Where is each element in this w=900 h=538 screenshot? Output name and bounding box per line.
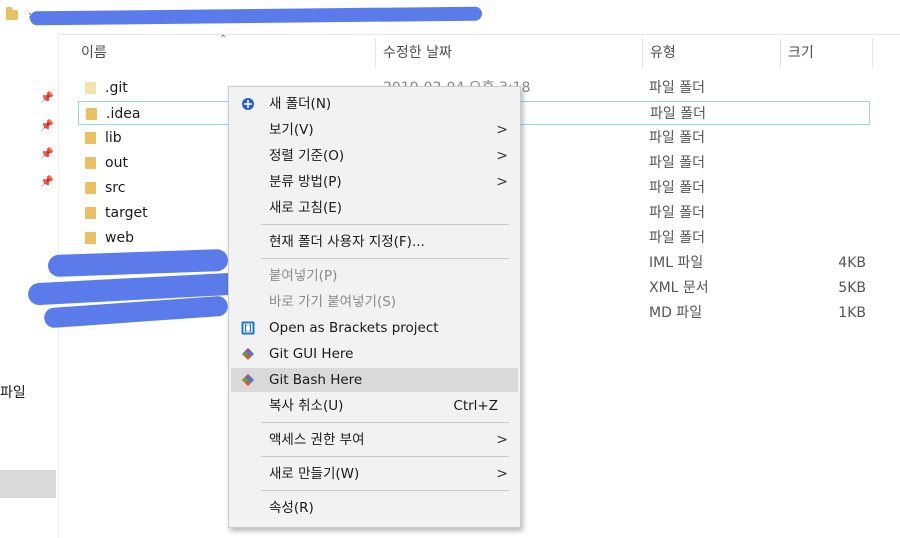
column-divider[interactable] bbox=[375, 38, 376, 68]
menu-item-group-by[interactable]: 분류 방법(P) > bbox=[231, 170, 518, 194]
folder-icon bbox=[85, 207, 96, 219]
menu-item-label: 분류 방법(P) bbox=[269, 174, 342, 190]
menu-item-open-brackets[interactable]: Open as Brackets project bbox=[231, 316, 518, 340]
column-header-date[interactable]: 수정한 날짜 bbox=[383, 38, 452, 68]
menu-item-label: Open as Brackets project bbox=[269, 320, 439, 336]
brackets-icon bbox=[241, 321, 255, 335]
menu-item-undo-copy[interactable]: 복사 취소(U) Ctrl+Z bbox=[231, 394, 518, 418]
pin-icon[interactable]: 📌 bbox=[40, 120, 54, 132]
menu-item-label: Git Bash Here bbox=[269, 372, 363, 388]
file-name: web bbox=[105, 230, 134, 246]
address-bar[interactable]: › bbox=[0, 0, 900, 35]
menu-separator bbox=[261, 490, 509, 491]
menu-item-label: 속성(R) bbox=[269, 500, 314, 516]
menu-item-label: 복사 취소(U) bbox=[269, 398, 344, 414]
file-name: out bbox=[105, 155, 128, 171]
pin-icon[interactable]: 📌 bbox=[40, 148, 54, 160]
file-size: 4KB bbox=[838, 255, 866, 271]
menu-item-new-folder[interactable]: 새 폴더(N) bbox=[231, 92, 518, 116]
file-type: 파일 폴더 bbox=[649, 205, 705, 221]
menu-item-sort-by[interactable]: 정렬 기준(O) > bbox=[231, 144, 518, 168]
menu-item-customize-folder[interactable]: 현재 폴더 사용자 지정(F)... bbox=[231, 230, 518, 254]
git-bash-icon bbox=[242, 374, 254, 386]
file-type: IML 파일 bbox=[649, 255, 704, 271]
menu-item-label: 새 폴더(N) bbox=[269, 96, 332, 112]
folder-icon bbox=[85, 132, 96, 144]
menu-item-label: 새로 만들기(W) bbox=[269, 466, 360, 482]
file-type: 파일 폴더 bbox=[649, 130, 705, 146]
nav-item-selected[interactable] bbox=[0, 470, 56, 498]
column-divider[interactable] bbox=[642, 38, 643, 68]
file-name: target bbox=[105, 205, 148, 221]
submenu-arrow-icon: > bbox=[496, 174, 508, 190]
column-divider[interactable] bbox=[872, 38, 873, 68]
column-divider[interactable] bbox=[780, 38, 781, 68]
folder-icon bbox=[85, 182, 96, 194]
submenu-arrow-icon: > bbox=[496, 432, 508, 448]
sort-ascending-icon: ⌃ bbox=[219, 34, 228, 45]
menu-item-give-access[interactable]: 액세스 권한 부여 > bbox=[231, 428, 518, 452]
menu-item-paste-shortcut: 바로 가기 붙여넣기(S) bbox=[231, 290, 518, 314]
folder-icon bbox=[85, 232, 96, 244]
menu-separator bbox=[261, 422, 509, 423]
menu-separator bbox=[261, 456, 509, 457]
file-name: lib bbox=[105, 130, 122, 146]
menu-item-view[interactable]: 보기(V) > bbox=[231, 118, 518, 142]
menu-item-paste: 붙여넣기(P) bbox=[231, 264, 518, 288]
redacted-path bbox=[29, 6, 483, 26]
menu-item-refresh[interactable]: 새로 고침(E) bbox=[231, 196, 518, 220]
submenu-arrow-icon: > bbox=[496, 122, 508, 138]
column-header-type[interactable]: 유형 bbox=[650, 38, 676, 68]
git-gui-icon bbox=[242, 348, 254, 360]
menu-item-label: Git GUI Here bbox=[269, 346, 354, 362]
menu-item-git-gui[interactable]: Git GUI Here bbox=[231, 342, 518, 366]
file-name: src bbox=[105, 180, 126, 196]
menu-item-label: 붙여넣기(P) bbox=[269, 268, 338, 284]
file-type: 파일 폴더 bbox=[649, 230, 705, 246]
file-type: MD 파일 bbox=[649, 305, 703, 321]
file-name: .git bbox=[105, 80, 128, 96]
folder-icon bbox=[85, 82, 96, 94]
file-type: 파일 폴더 bbox=[649, 80, 705, 96]
menu-item-label: 현재 폴더 사용자 지정(F)... bbox=[269, 234, 425, 250]
menu-item-label: 정렬 기준(O) bbox=[269, 148, 345, 164]
file-type: 파일 폴더 bbox=[650, 106, 706, 122]
menu-item-git-bash[interactable]: Git Bash Here bbox=[231, 368, 518, 392]
file-name: .idea bbox=[106, 106, 141, 122]
menu-item-label: 액세스 권한 부여 bbox=[269, 432, 365, 448]
file-size: 5KB bbox=[838, 280, 866, 296]
nav-item-label[interactable]: 파일 bbox=[0, 382, 26, 402]
menu-item-properties[interactable]: 속성(R) bbox=[231, 496, 518, 520]
menu-separator bbox=[261, 224, 509, 225]
file-size: 1KB bbox=[838, 305, 866, 321]
menu-item-label: 새로 고침(E) bbox=[269, 200, 343, 216]
shortcut-text: Ctrl+Z bbox=[453, 398, 498, 414]
submenu-arrow-icon: > bbox=[496, 466, 508, 482]
pin-icon[interactable]: 📌 bbox=[40, 92, 54, 104]
file-type: 파일 폴더 bbox=[649, 180, 705, 196]
pin-icon[interactable]: 📌 bbox=[40, 176, 54, 188]
column-header-size[interactable]: 크기 bbox=[788, 38, 814, 68]
menu-item-label: 보기(V) bbox=[269, 122, 314, 138]
folder-icon bbox=[6, 7, 18, 20]
folder-icon bbox=[86, 108, 97, 120]
file-type: XML 문서 bbox=[649, 280, 709, 296]
submenu-arrow-icon: > bbox=[496, 148, 508, 164]
new-folder-icon bbox=[242, 98, 254, 110]
context-menu[interactable]: 새 폴더(N) 보기(V) > 정렬 기준(O) > 분류 방법(P) > 새로… bbox=[228, 86, 521, 528]
menu-separator bbox=[261, 258, 509, 259]
file-type: 파일 폴더 bbox=[649, 155, 705, 171]
folder-icon bbox=[85, 157, 96, 169]
menu-item-label: 바로 가기 붙여넣기(S) bbox=[269, 294, 397, 310]
column-header-name[interactable]: 이름 bbox=[81, 38, 107, 68]
menu-item-new[interactable]: 새로 만들기(W) > bbox=[231, 462, 518, 486]
